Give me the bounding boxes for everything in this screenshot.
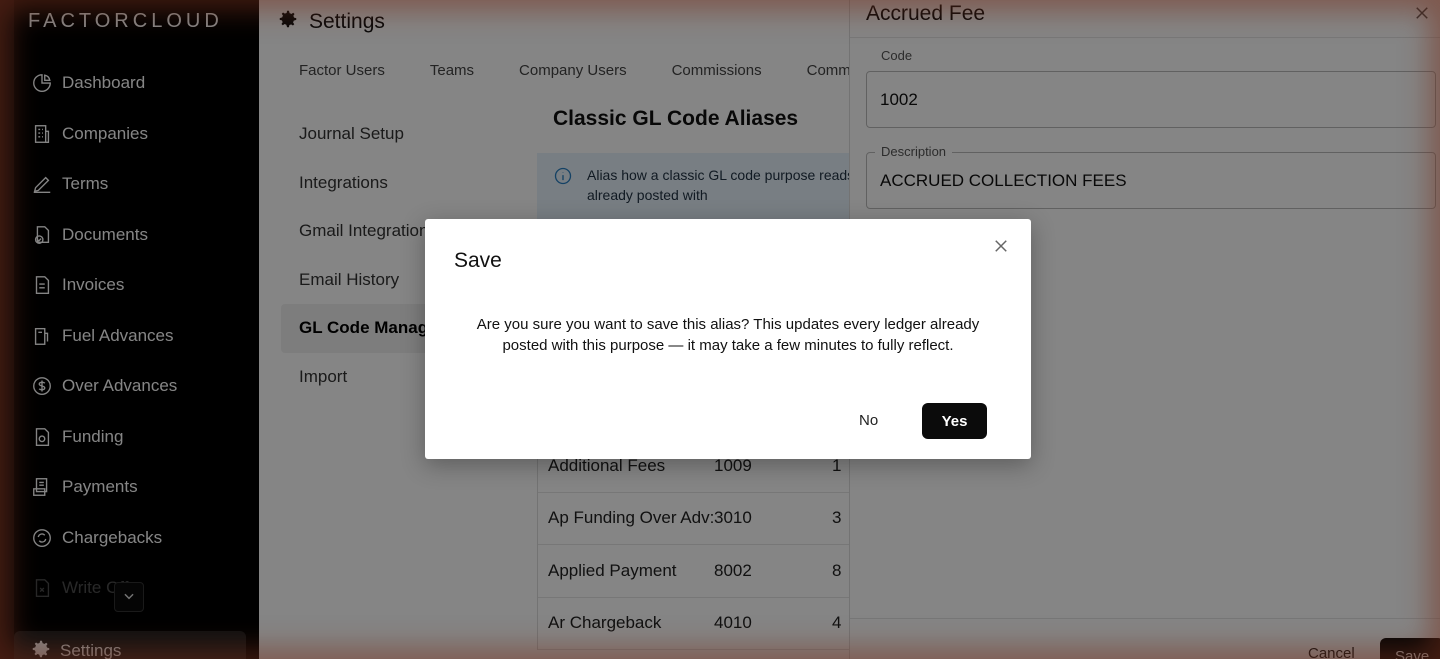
close-icon [992,235,1010,260]
dialog-message: Are you sure you want to save this alias… [476,316,980,354]
no-button[interactable]: No [859,412,878,429]
dialog-title: Save [454,249,502,272]
yes-button[interactable]: Yes [922,403,987,439]
confirm-save-dialog: Save Are you sure you want to save this … [425,219,1031,459]
dialog-close-button[interactable] [992,235,1010,261]
